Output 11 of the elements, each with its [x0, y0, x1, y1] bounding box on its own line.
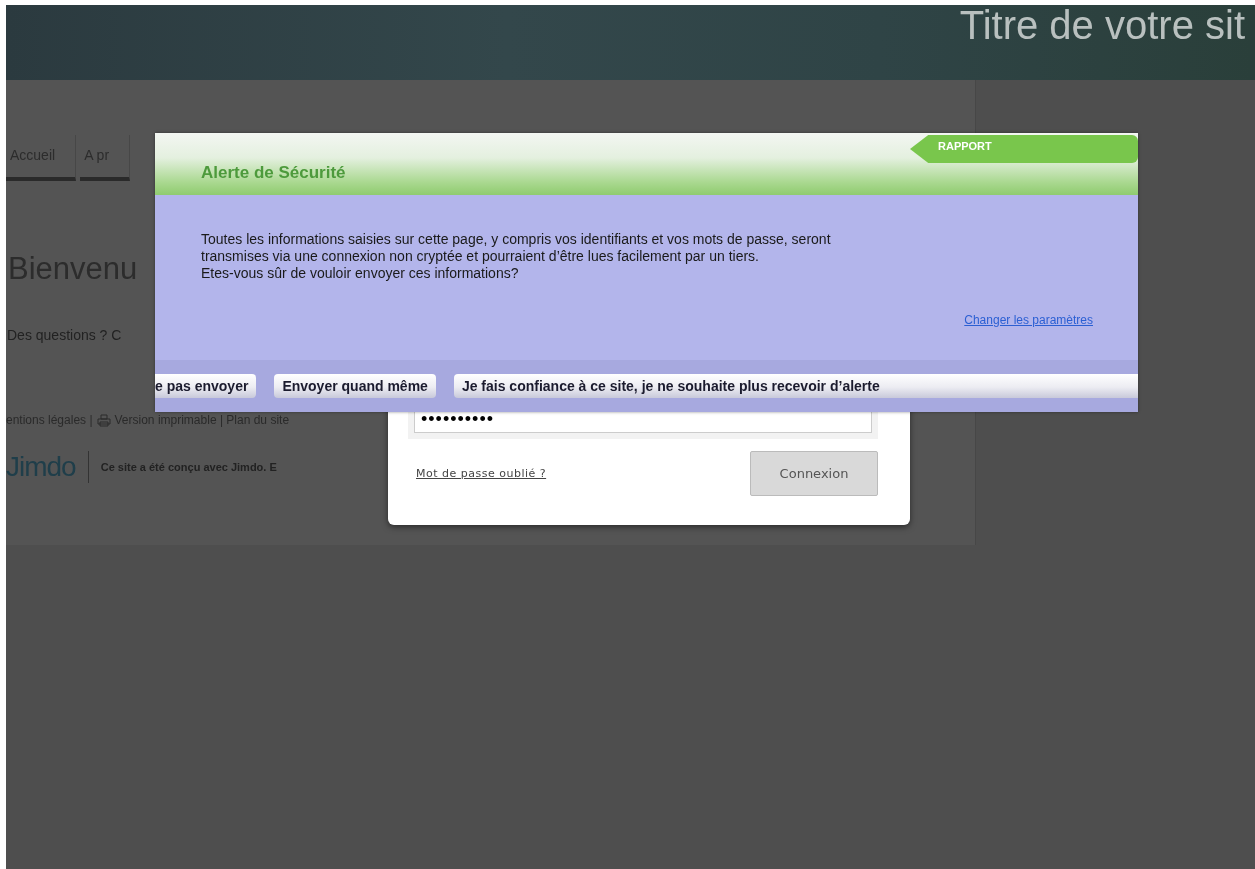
forgot-password-link[interactable]: Mot de passe oublié ? [416, 467, 547, 480]
settings-link[interactable]: Changer les paramètres [964, 313, 1093, 327]
login-button[interactable]: Connexion [750, 451, 878, 496]
report-tab[interactable]: RAPPORT [910, 135, 1138, 163]
alert-button[interactable]: e pas envoyer [155, 374, 257, 398]
alert-button[interactable]: Envoyer quand même [274, 374, 436, 398]
alert-message: Toutes les informations saisies sur cette page, y compris vos identifiants et vos mots de passe, seront transmises via une connexion non cryptée et pourraient d’être lues facilement par un tiers. Etes-vous sûr de vouloir envoyer ces informations? [201, 231, 832, 282]
site-title: Titre de votre sit [959, 5, 1245, 45]
alert-title: Alerte de Sécurité [201, 163, 346, 183]
printer-icon [96, 413, 111, 427]
alert-button[interactable]: Je fais confiance à ce site, je ne souhaite plus recevoir d’alerte [453, 374, 1138, 398]
